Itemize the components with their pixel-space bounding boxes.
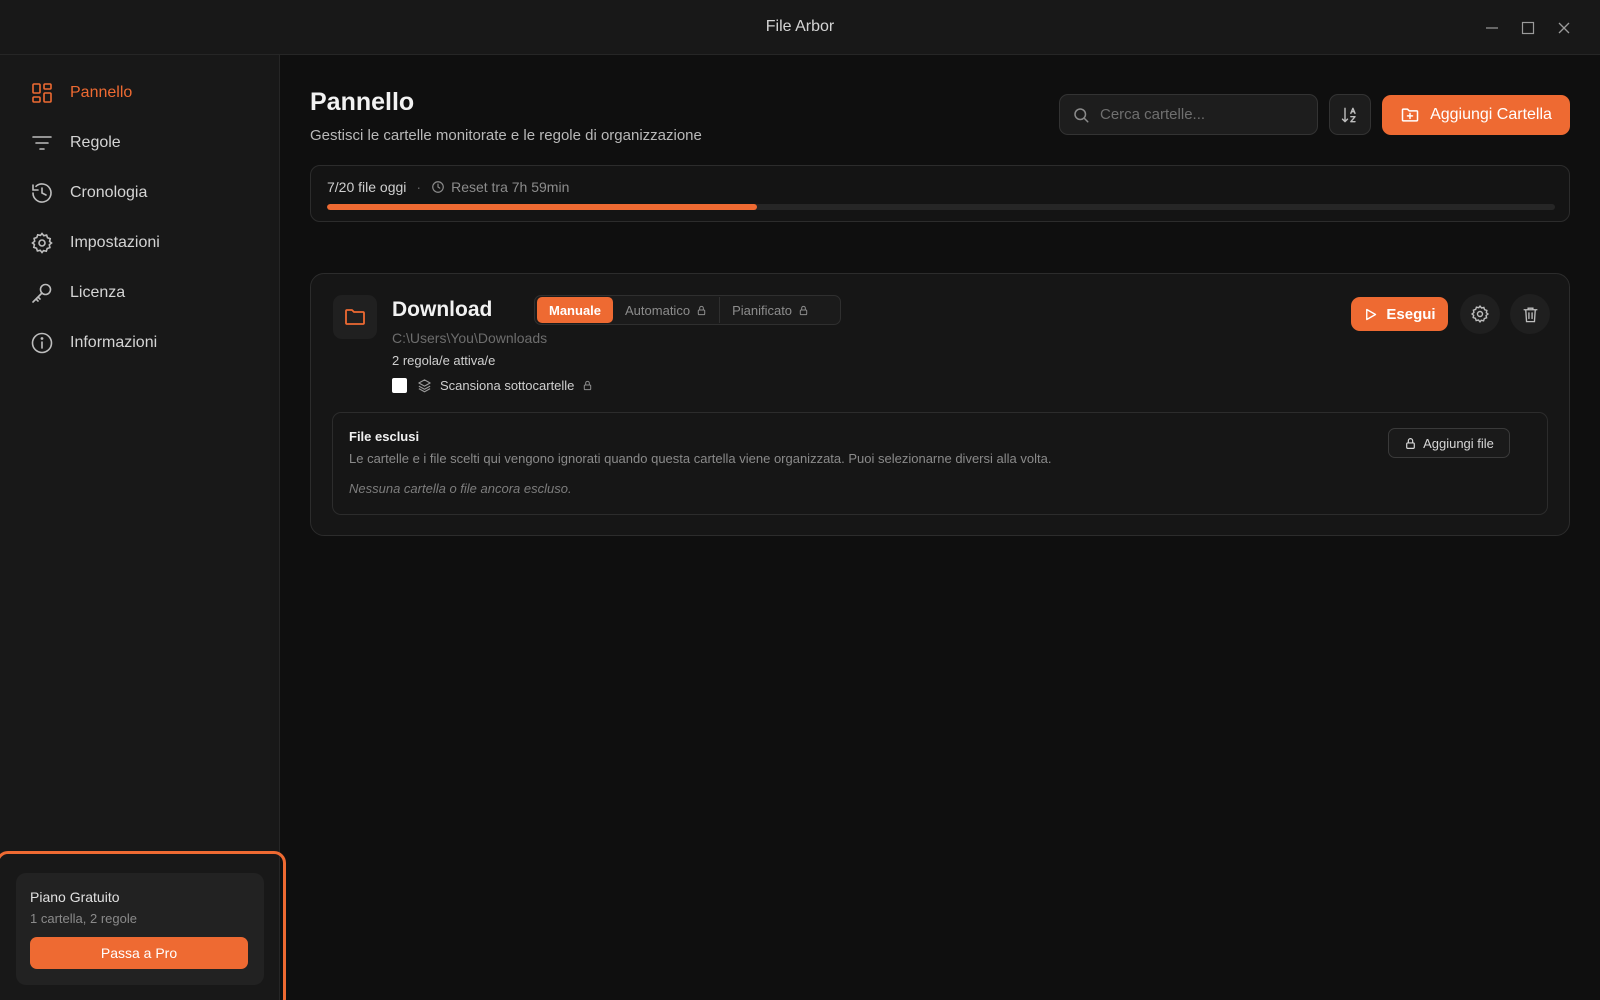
reset-timer: Reset tra 7h 59min	[451, 179, 570, 195]
search-box	[1059, 94, 1318, 135]
folder-settings-button[interactable]	[1460, 294, 1500, 334]
add-excluded-file-label: Aggiungi file	[1423, 435, 1494, 451]
sidebar-item-regole[interactable]: Regole	[30, 125, 260, 161]
gear-icon	[31, 232, 53, 254]
trash-icon	[1522, 306, 1538, 322]
sidebar-item-cronologia[interactable]: Cronologia	[30, 175, 260, 211]
maximize-icon	[1521, 21, 1535, 35]
sidebar: Pannello Regole Cronologia Impostazioni …	[0, 55, 286, 1000]
key-icon	[32, 283, 52, 303]
plan-card: Piano Gratuito 1 cartella, 2 regole Pass…	[16, 873, 264, 985]
excluded-files-panel: File esclusi Le cartelle e i file scelti…	[332, 412, 1548, 515]
folder-name: Download	[392, 298, 493, 321]
mode-manual[interactable]: Manuale	[537, 297, 614, 323]
info-icon	[31, 332, 53, 354]
close-button[interactable]	[1552, 16, 1576, 40]
quota-text: 7/20 file oggi · Reset tra 7h 59min	[327, 179, 569, 195]
sidebar-item-label: Licenza	[70, 284, 126, 301]
layers-icon	[418, 379, 431, 393]
sidebar-item-licenza[interactable]: Licenza	[30, 275, 260, 311]
sidebar-item-label: Informazioni	[70, 334, 158, 351]
scan-subfolders-checkbox[interactable]	[392, 378, 407, 393]
play-icon	[1366, 308, 1377, 320]
maximize-button[interactable]	[1516, 16, 1540, 40]
gear-icon	[1470, 304, 1490, 324]
upgrade-button[interactable]: Passa a Pro	[30, 937, 248, 969]
mode-label: Manuale	[549, 302, 602, 318]
mode-scheduled[interactable]: Pianificato	[720, 297, 821, 323]
quota-separator: ·	[416, 179, 422, 195]
title-bar: File Arbor	[0, 0, 1600, 55]
scan-subfolders-row: Scansiona sottocartelle	[392, 378, 601, 393]
files-today: 7/20 file oggi	[327, 179, 407, 195]
quota-progress-fill	[327, 204, 757, 210]
active-rules-count: 2 regola/e attiva/e	[392, 353, 496, 368]
close-icon	[1558, 22, 1570, 34]
folder-badge	[333, 295, 377, 339]
run-label: Esegui	[1386, 305, 1436, 323]
window-title: File Arbor	[765, 18, 835, 35]
sidebar-item-impostazioni[interactable]: Impostazioni	[30, 225, 260, 261]
lock-icon	[1406, 437, 1415, 449]
add-excluded-file-button[interactable]: Aggiungi file	[1388, 428, 1510, 458]
mode-automatic[interactable]: Automatico	[613, 297, 719, 323]
daily-quota: 7/20 file oggi · Reset tra 7h 59min	[310, 165, 1570, 222]
plan-limits: 1 cartella, 2 regole	[30, 911, 137, 926]
lock-icon	[799, 305, 808, 315]
sidebar-item-label: Regole	[70, 134, 121, 151]
sort-button[interactable]	[1329, 94, 1371, 135]
excluded-empty-state: Nessuna cartella o file ancora escluso.	[349, 481, 572, 496]
sidebar-item-label: Impostazioni	[70, 234, 160, 251]
delete-folder-button[interactable]	[1510, 294, 1550, 334]
filter-icon	[32, 136, 52, 150]
history-icon	[32, 183, 52, 203]
folder-path: C:\Users\You\Downloads	[392, 330, 548, 346]
sort-az-icon	[1341, 107, 1356, 122]
excluded-title: File esclusi	[349, 429, 420, 444]
folder-icon	[345, 309, 365, 325]
excluded-description: Le cartelle e i file scelti qui vengono …	[349, 451, 1052, 466]
run-button[interactable]: Esegui	[1351, 297, 1448, 331]
sidebar-item-informazioni[interactable]: Informazioni	[30, 325, 260, 361]
folder-card: Download Manuale Automatico Pianificato …	[310, 273, 1570, 536]
quota-progress-bar	[327, 204, 1555, 210]
dashboard-icon	[32, 83, 52, 103]
sidebar-item-label: Cronologia	[70, 184, 148, 201]
clock-icon	[432, 181, 444, 193]
add-folder-button[interactable]: Aggiungi Cartella	[1382, 95, 1570, 135]
minimize-icon	[1486, 27, 1498, 29]
page-subtitle: Gestisci le cartelle monitorate e le reg…	[310, 127, 702, 144]
sidebar-item-pannello[interactable]: Pannello	[30, 75, 260, 111]
add-folder-label: Aggiungi Cartella	[1430, 106, 1552, 123]
folder-plus-icon	[1401, 108, 1419, 122]
search-input[interactable]	[1100, 106, 1300, 123]
page-title: Pannello	[310, 88, 415, 116]
plan-title: Piano Gratuito	[30, 889, 120, 905]
lock-icon	[697, 305, 706, 315]
mode-label: Pianificato	[732, 302, 793, 318]
search-icon	[1074, 107, 1089, 122]
minimize-button[interactable]	[1480, 16, 1504, 40]
mode-label: Automatico	[625, 302, 691, 318]
lock-icon	[584, 380, 592, 391]
scan-subfolders-label: Scansiona sottocartelle	[440, 378, 575, 393]
sidebar-item-label: Pannello	[70, 84, 133, 101]
mode-selector: Manuale Automatico Pianificato	[534, 295, 841, 325]
